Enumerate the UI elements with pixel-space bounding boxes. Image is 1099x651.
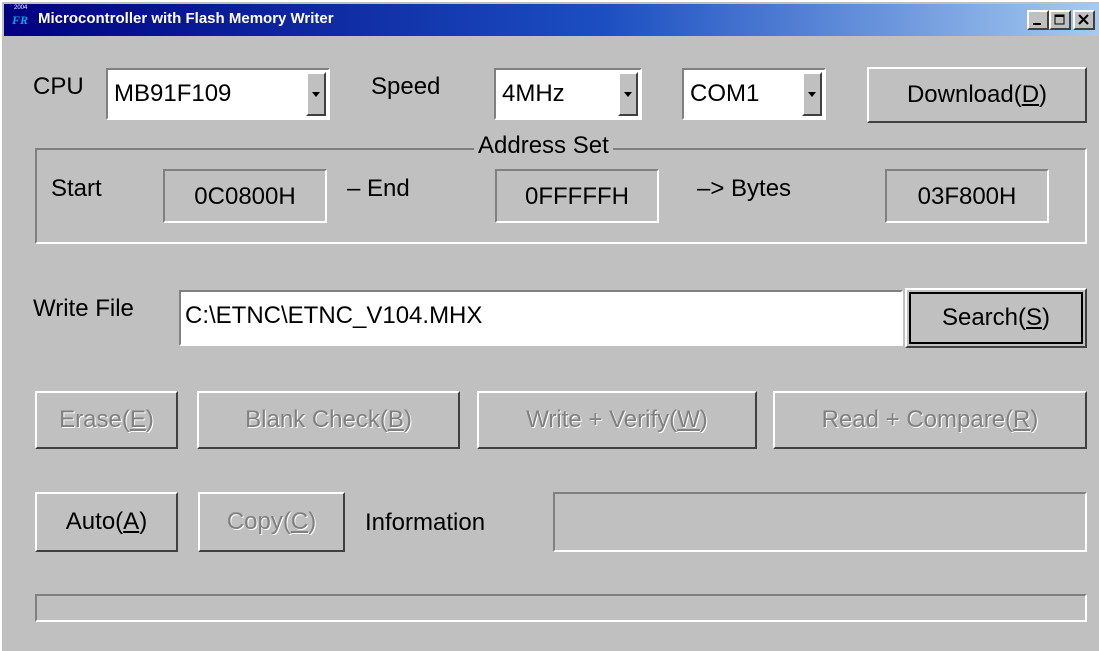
address-set-title: Address Set: [474, 132, 613, 160]
start-address-field: 0C0800H: [163, 169, 327, 223]
app-icon[interactable]: 2004 FR: [12, 5, 34, 31]
bytes-label: –> Bytes: [697, 175, 792, 202]
download-button[interactable]: Download(D): [867, 67, 1087, 123]
information-field: [553, 492, 1087, 552]
auto-button[interactable]: Auto(A): [35, 492, 178, 552]
chevron-down-icon: [312, 92, 320, 97]
speed-label: Speed: [371, 73, 441, 100]
information-label: Information: [365, 509, 486, 536]
cpu-dropdown-button[interactable]: [306, 72, 326, 116]
chevron-down-icon: [624, 92, 632, 97]
copy-button[interactable]: Copy(C): [198, 492, 345, 552]
bytes-field: 03F800H: [885, 169, 1049, 223]
start-label: Start: [51, 175, 102, 202]
speed-dropdown-button[interactable]: [618, 72, 638, 116]
main-window: 2004 FR Microcontroller with Flash Memor…: [0, 0, 1099, 651]
minimize-button[interactable]: [1027, 10, 1049, 30]
write-verify-button[interactable]: Write + Verify(W): [477, 391, 757, 449]
write-file-input[interactable]: C:\ETNC\ETNC_V104.MHX: [179, 290, 903, 346]
maximize-button[interactable]: [1049, 10, 1071, 30]
window-title: Microcontroller with Flash Memory Writer: [38, 10, 334, 27]
blank-check-button[interactable]: Blank Check(B): [197, 391, 460, 449]
read-compare-button[interactable]: Read + Compare(R): [773, 391, 1087, 449]
end-address-field: 0FFFFFH: [495, 169, 659, 223]
close-icon: [1078, 14, 1089, 25]
speed-select-value: 4MHz: [502, 80, 565, 107]
maximize-icon: [1054, 14, 1065, 25]
cpu-select-value: MB91F109: [114, 80, 232, 107]
speed-select[interactable]: 4MHz: [494, 68, 642, 120]
write-file-label: Write File: [33, 295, 134, 322]
end-label: – End: [347, 175, 410, 202]
com-port-value: COM1: [690, 80, 760, 107]
close-button[interactable]: [1073, 10, 1095, 30]
chevron-down-icon: [808, 92, 816, 97]
minimize-icon: [1033, 23, 1041, 25]
com-port-dropdown-button[interactable]: [802, 72, 822, 116]
cpu-select[interactable]: MB91F109: [106, 68, 330, 120]
progress-bar: [35, 594, 1087, 622]
cpu-label: CPU: [33, 73, 84, 100]
erase-button[interactable]: Erase(E): [35, 391, 178, 449]
search-button[interactable]: Search(S): [905, 288, 1087, 348]
title-bar[interactable]: 2004 FR Microcontroller with Flash Memor…: [4, 4, 1099, 36]
com-port-select[interactable]: COM1: [682, 68, 826, 120]
